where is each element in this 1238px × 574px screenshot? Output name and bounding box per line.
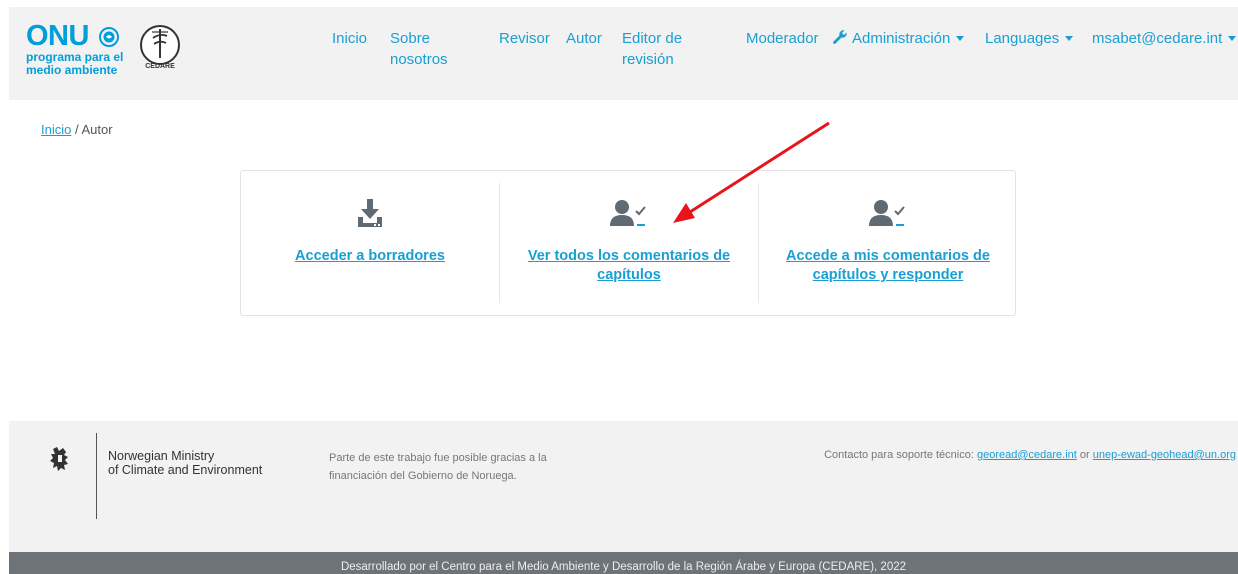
action-tile-drafts: Acceder a borradores <box>241 171 499 317</box>
nav-user-dropdown[interactable]: msabet@cedare.int <box>1092 28 1237 49</box>
footer-divider <box>96 433 97 519</box>
cedare-logo-text: CEDARE <box>145 63 175 70</box>
breadcrumb-current: Autor <box>81 122 113 137</box>
funding-note: Parte de este trabajo fue posible gracia… <box>329 452 547 482</box>
footer: Norwegian Ministry of Climate and Enviro… <box>9 421 1238 552</box>
nav-inicio[interactable]: Inicio <box>332 28 367 49</box>
action-tile-all-comments: Ver todos los comentarios de capítulos <box>500 171 758 317</box>
nav-editor-revision[interactable]: Editor de revisión <box>622 28 682 70</box>
breadcrumb: Inicio / Autor <box>41 122 113 137</box>
developer-credit: Desarrollado por el Centro para el Medio… <box>340 561 907 573</box>
user-check-icon <box>869 200 905 226</box>
author-actions-card: Acceder a borradores Ver todos los comen… <box>240 170 1016 316</box>
cedare-logo[interactable]: CEDARE <box>137 22 183 70</box>
brand-subtitle: programa para el medio ambiente <box>26 50 124 77</box>
nav-administracion-dropdown[interactable]: Administración <box>832 28 965 49</box>
support-contact: Contacto para soporte técnico: georead@c… <box>824 449 1236 461</box>
nav-moderador[interactable]: Moderador <box>746 28 819 49</box>
nav-sobre-nosotros[interactable]: Sobre nosotros <box>390 28 448 70</box>
breadcrumb-home-link[interactable]: Inicio <box>41 122 71 137</box>
nav-revisor[interactable]: Revisor <box>499 28 550 49</box>
norway-lion-icon <box>50 447 68 471</box>
contact-email-georead[interactable]: georead@cedare.int <box>977 449 1077 461</box>
brand-main-text: ONU <box>26 20 89 52</box>
chevron-down-icon <box>956 35 965 41</box>
download-icon <box>358 199 382 227</box>
drafts-link[interactable]: Acceder a borradores <box>251 247 489 266</box>
bottom-credit-bar: Desarrollado por el Centro para el Medio… <box>9 552 1238 574</box>
user-check-icon <box>610 200 646 226</box>
wrench-icon <box>833 30 847 44</box>
nav-autor[interactable]: Autor <box>566 28 602 49</box>
chevron-down-icon <box>1228 35 1237 41</box>
all-comments-link[interactable]: Ver todos los comentarios de capítulos <box>510 247 748 285</box>
contact-email-unep[interactable]: unep-ewad-geohead@un.org <box>1093 449 1236 461</box>
chevron-down-icon <box>1065 35 1074 41</box>
nav-languages-dropdown[interactable]: Languages <box>985 28 1074 49</box>
action-tile-my-comments: Accede a mis comentarios de capítulos y … <box>759 171 1017 317</box>
ministry-name: Norwegian Ministry of Climate and Enviro… <box>108 449 263 477</box>
my-comments-link[interactable]: Accede a mis comentarios de capítulos y … <box>769 247 1007 285</box>
unep-emblem-icon <box>99 27 119 47</box>
top-navbar: ONU programa para el medio ambiente CEDA… <box>9 7 1238 100</box>
